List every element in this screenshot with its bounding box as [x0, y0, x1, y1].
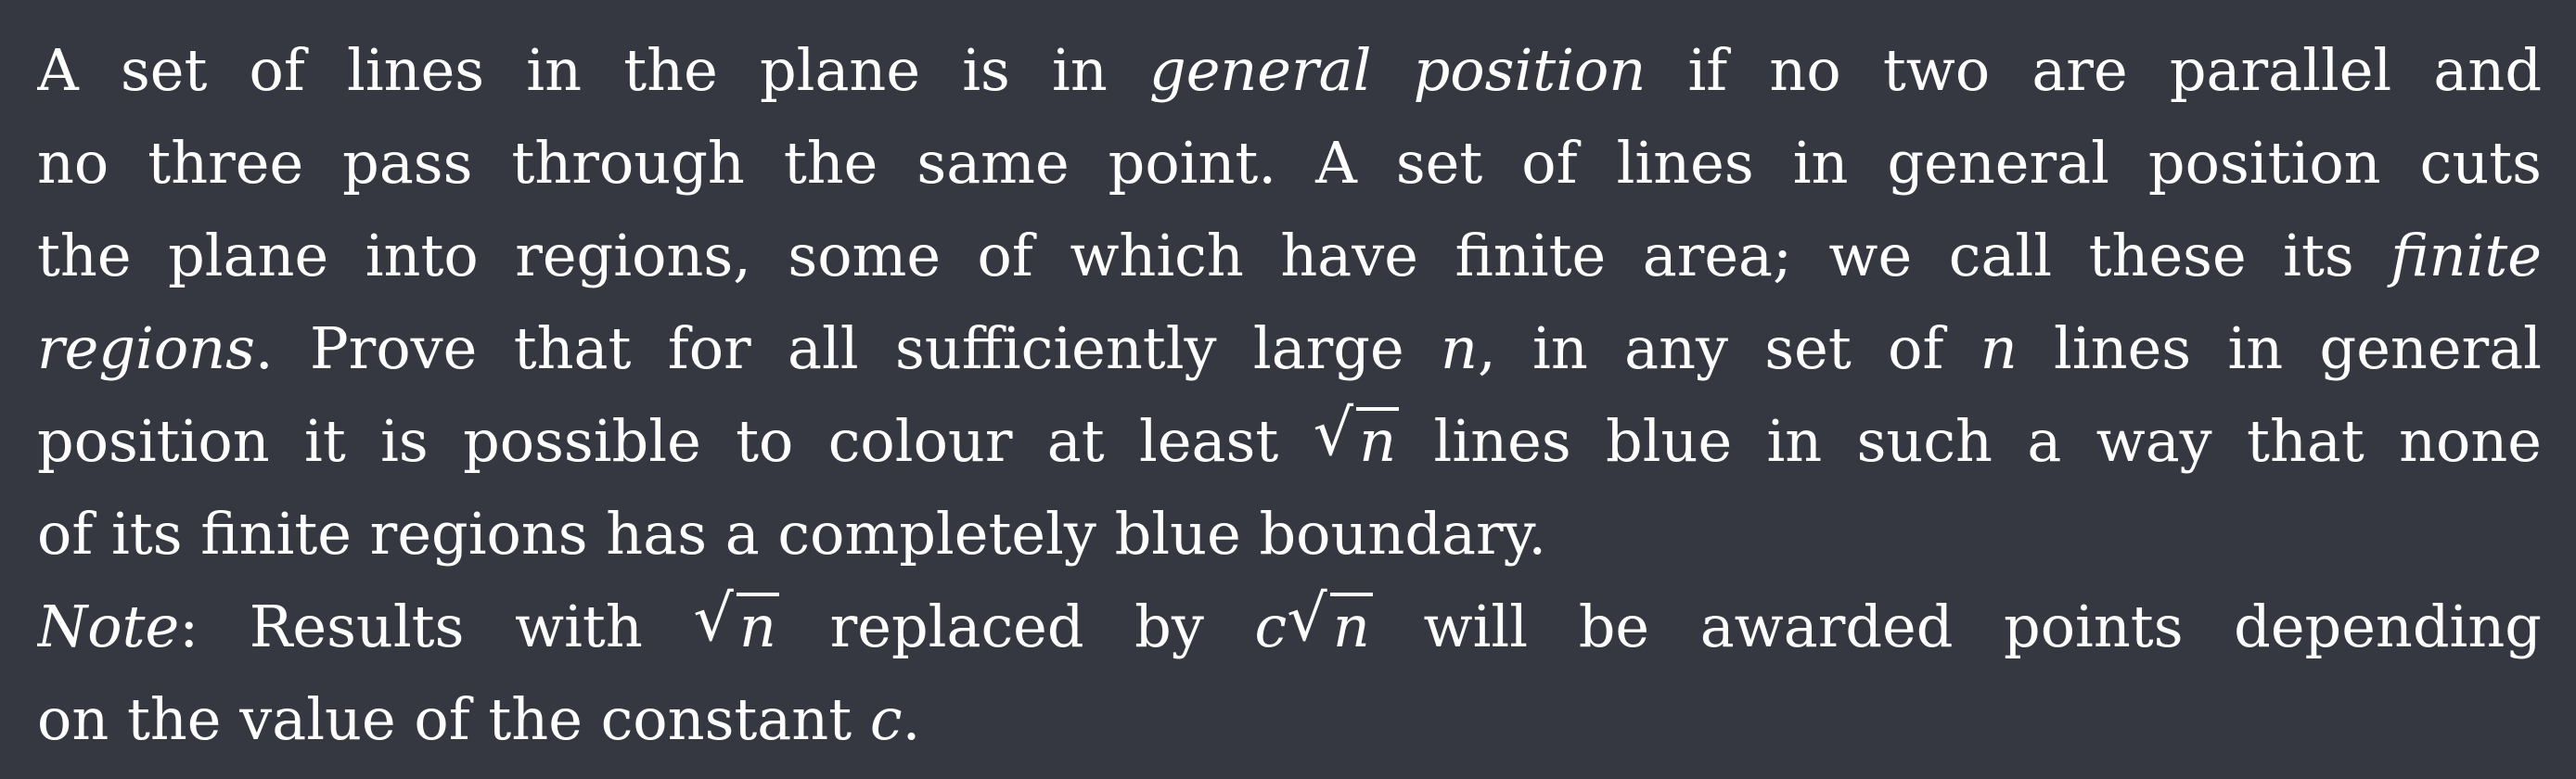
math-variable-n: n [1980, 314, 2018, 382]
emphasized-term-general-position: general position [1149, 36, 1647, 104]
text-line-7: Note: Results with n replaced by cn will… [37, 581, 2542, 673]
math-sqrt-n: n [693, 581, 780, 673]
math-constant-c: c [869, 685, 903, 753]
text-segment: on the value of the constant [37, 685, 870, 753]
text-line-1: A set of lines in the plane is in genera… [37, 24, 2542, 117]
text-segment: . [902, 685, 921, 753]
text-line-6: of its finite regions has a completely b… [37, 488, 2542, 581]
text-segment: will be awarded points depending [1372, 593, 2542, 660]
emphasized-term-finite: finite [2390, 222, 2542, 289]
emphasized-term-regions: regions [37, 314, 255, 382]
text-segment: of its finite regions has a completely b… [37, 500, 1547, 568]
math-constant-c: c [1254, 593, 1288, 660]
text-segment: A set of lines in the plane is in [37, 36, 1149, 104]
math-variable-n: n [1329, 593, 1373, 657]
text-segment: , in any set of [1477, 314, 1980, 382]
math-sqrt-n: n [1314, 395, 1400, 488]
text-line-2: no three pass through the same point. A … [37, 117, 2542, 210]
text-segment: position it is possible to colour at lea… [37, 407, 1314, 475]
text-segment: replaced by [779, 593, 1255, 660]
text-segment: the plane into regions, some of which ha… [37, 222, 2391, 289]
math-variable-n: n [736, 593, 780, 657]
text-segment: . Prove that for all sufficiently large [254, 314, 1442, 382]
text-segment: if no two are parallel and [1646, 36, 2542, 104]
text-line-5: position it is possible to colour at lea… [37, 395, 2542, 488]
math-variable-n: n [1441, 314, 1478, 382]
text-line-4: regions. Prove that for all sufficiently… [37, 302, 2542, 395]
text-segment: : Results with [179, 593, 694, 660]
text-segment: lines blue in such a way that none [1399, 407, 2542, 475]
problem-text: A set of lines in the plane is in genera… [37, 0, 2542, 779]
math-variable-n: n [1356, 407, 1400, 471]
text-segment: no three pass through the same point. A … [37, 129, 2542, 197]
text-segment: lines in general [2017, 314, 2542, 382]
note-label: Note [37, 593, 180, 660]
text-line-3: the plane into regions, some of which ha… [37, 210, 2542, 302]
math-sqrt-n: n [1287, 581, 1373, 673]
text-line-8: on the value of the constant c. [37, 673, 2542, 766]
